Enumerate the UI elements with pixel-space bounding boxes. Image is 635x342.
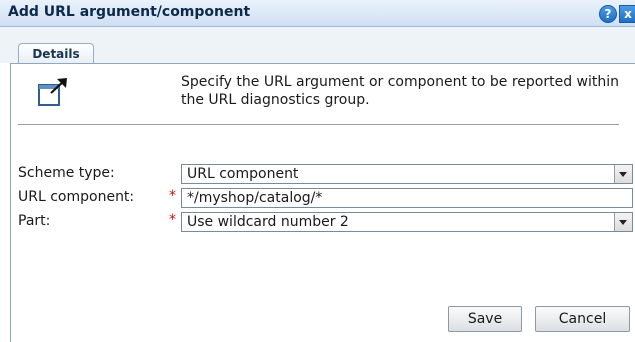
tab-strip: Details <box>0 27 635 64</box>
help-icon[interactable]: ? <box>599 5 617 23</box>
required-mark: * <box>169 188 176 204</box>
url-component-input[interactable]: */myshop/catalog/* <box>181 188 633 208</box>
cancel-button[interactable]: Cancel <box>535 306 630 332</box>
section-divider <box>18 124 619 125</box>
scheme-type-label: Scheme type: <box>18 165 115 181</box>
dialog-description: Specify the URL argument or component to… <box>181 74 620 108</box>
scheme-type-select[interactable]: URL component <box>181 164 633 184</box>
url-component-value: */myshop/catalog/* <box>187 190 323 206</box>
tab-details[interactable]: Details <box>18 43 94 64</box>
part-select[interactable]: Use wildcard number 2 <box>181 212 633 232</box>
dialog-title: Add URL argument/component <box>8 4 251 20</box>
chevron-down-icon[interactable] <box>614 165 632 183</box>
dialog-title-bar: Add URL argument/component ? x <box>0 0 635 27</box>
save-button[interactable]: Save <box>448 306 522 332</box>
required-mark: * <box>169 212 176 228</box>
scheme-type-value: URL component <box>187 166 299 182</box>
url-component-label: URL component: <box>18 189 135 205</box>
chevron-down-icon[interactable] <box>614 213 632 231</box>
export-arrow-icon <box>38 78 67 106</box>
part-label: Part: <box>18 213 51 229</box>
close-icon[interactable]: x <box>619 5 635 23</box>
part-value: Use wildcard number 2 <box>187 214 349 230</box>
